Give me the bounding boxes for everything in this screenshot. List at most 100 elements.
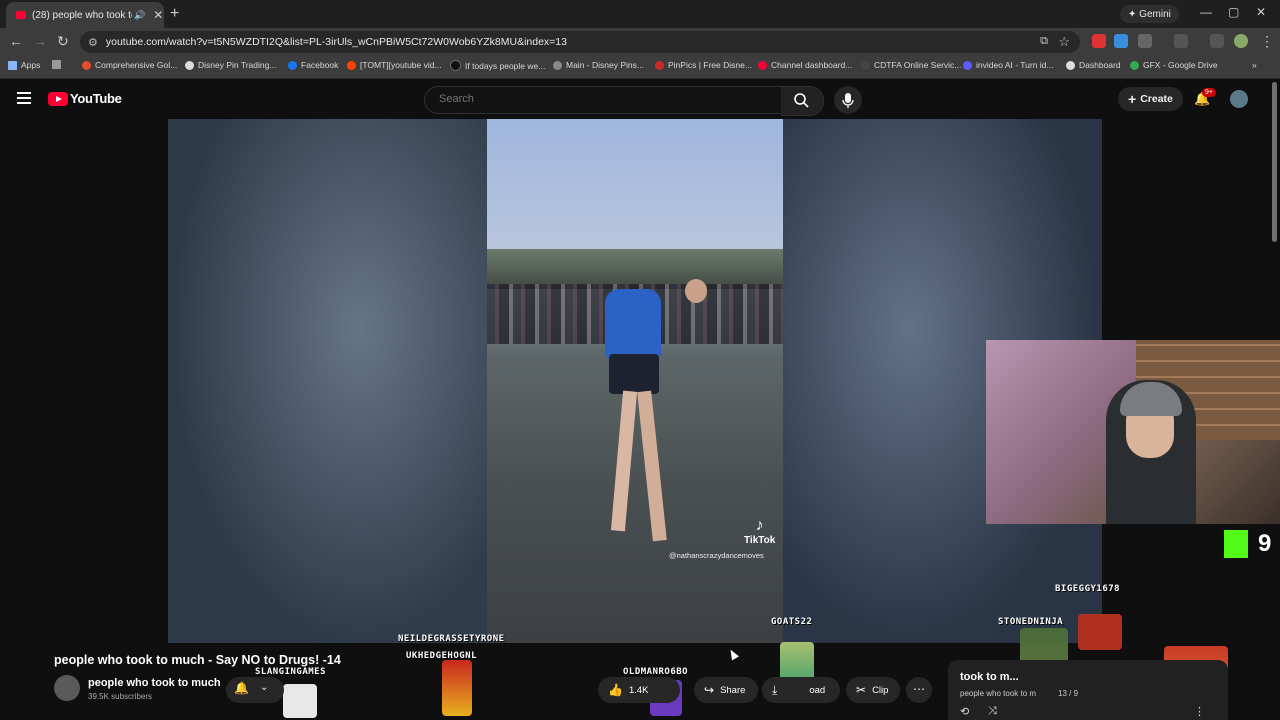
shuffle-icon[interactable]: ⤨ [988,705,997,718]
overlay-username: STONEDNINJA [998,617,1064,627]
profile-avatar-icon[interactable] [1234,34,1248,48]
channel-avatar[interactable] [54,675,80,701]
video-dancer-shorts [609,354,659,394]
youtube-logo-text[interactable]: YouTube [70,91,122,106]
reddit-icon [347,60,356,70]
share-button[interactable]: ↪ Share [694,677,758,703]
youtube-icon [758,60,767,70]
bookmark-item[interactable]: Comprehensive Gol... [82,60,177,70]
bookmark-favicon-icon [963,60,972,70]
close-window-button[interactable]: ✕ [1256,5,1266,19]
bookmark-item[interactable] [52,60,65,69]
voice-search-button[interactable] [834,86,862,114]
bookmark-favicon-icon [655,60,664,70]
extension-icon[interactable] [1114,34,1128,48]
back-button[interactable]: ← [9,33,23,49]
blurred-background-left [168,119,487,643]
video-frame[interactable]: ♪ TikTok @nathanscrazydancemoves [487,119,783,643]
bookmarks-bar: Apps Comprehensive Gol... Disney Pin Tra… [0,56,1280,79]
bookmarks-overflow-icon[interactable]: » [1252,60,1257,70]
new-tab-button[interactable]: + [170,5,179,23]
gemini-sparkle-icon: ✦ [1128,8,1140,20]
share-icon: ↪ [704,683,715,697]
playlist-more-icon[interactable]: ⋮ [1194,705,1205,718]
media-controls-icon[interactable] [1210,34,1224,48]
youtube-logo-icon[interactable] [48,92,68,106]
bookmark-item[interactable]: [TOMT][youtube vid... [347,60,442,70]
overlay-username: BIGEGGY1678 [1055,584,1121,594]
create-button[interactable]: + Create [1118,87,1183,111]
bookmark-item[interactable]: Disney Pin Trading... [185,60,276,70]
tiktok-icon: ♪ [755,517,764,534]
bookmark-item[interactable]: Main - Disney Pins... [553,60,644,70]
account-avatar[interactable] [1230,90,1248,108]
bookmark-item[interactable]: CDTFA Online Servic... [861,60,961,70]
create-label: Create [1140,93,1173,105]
bookmark-item[interactable]: Dashboard [1066,60,1121,70]
bookmark-item[interactable]: GFX - Google Drive [1130,60,1218,70]
plus-icon: + [1128,91,1137,107]
bookmark-label: Comprehensive Gol... [95,60,178,70]
extensions-puzzle-icon[interactable] [1138,34,1152,48]
tab-search-icon[interactable] [1174,34,1188,48]
site-info-icon[interactable]: ⚙ [88,36,98,49]
install-app-icon[interactable]: ⧉ [1040,35,1048,48]
url-text[interactable]: youtube.com/watch?v=t5N5WZDTI2Q&list=PL-… [106,36,567,48]
bookmark-label: [TOMT][youtube vid... [360,60,442,70]
loop-icon[interactable]: ⟲ [960,705,969,718]
grid-icon [52,60,61,69]
reload-button[interactable]: ↻ [57,33,69,50]
bookmark-label: Apps [21,60,41,70]
playlist-position: 13 / 9 [1058,689,1079,698]
page-scrollbar[interactable] [1272,82,1277,242]
close-tab-icon[interactable]: ✕ [153,8,163,22]
search-box [424,86,783,114]
bookmark-item[interactable]: If todays people we... [450,60,545,71]
video-dancer-head [685,279,707,303]
bookmark-item[interactable]: invideo AI - Turn id... [963,60,1053,70]
search-input[interactable] [437,92,761,106]
browser-tab[interactable]: (28) people who took to m 🔊 ✕ [6,2,164,28]
bookmark-star-icon[interactable]: ☆ [1058,34,1070,50]
scissors-icon: ✂ [856,683,867,697]
bookmark-item[interactable]: PinPics | Free Disne... [655,60,752,70]
bookmark-item[interactable]: Channel dashboard... [758,60,852,70]
address-bar[interactable]: ⚙ youtube.com/watch?v=t5N5WZDTI2Q&list=P… [80,31,1080,53]
more-actions-button[interactable]: ⋯ [906,677,932,703]
subscriber-count: 39.5K subscribers [88,692,153,701]
notification-badge: 9+ [1202,88,1216,97]
like-button[interactable]: 👍 1.4K [598,677,680,703]
playlist-title[interactable]: took to m... [960,671,1019,683]
channel-name[interactable]: people who took to much [88,677,221,689]
forward-button[interactable]: → [33,33,47,49]
minimize-button[interactable]: — [1200,5,1212,19]
bell-icon: 🔔 [234,681,249,695]
download-label: oad [809,684,826,696]
facebook-icon [288,60,297,70]
speaker-icon[interactable]: 🔊 [134,10,145,21]
browser-menu-icon[interactable]: ⋮ [1260,33,1274,50]
bookmark-favicon-icon [1066,60,1075,70]
bookmark-label: invideo AI - Turn id... [976,60,1054,70]
download-icon: ⤓ [772,682,778,697]
extension-icon[interactable] [1092,34,1106,48]
bookmark-item[interactable]: Apps [8,60,40,70]
chevron-down-icon: ⌄ [260,682,269,693]
bookmark-item[interactable]: Facebook [288,60,338,70]
bookmark-label: Channel dashboard... [771,60,853,70]
search-button[interactable] [781,86,824,116]
clip-button[interactable]: ✂ Clip [846,677,900,703]
download-button[interactable]: ⤓ oad [762,677,840,703]
bookmark-label: CDTFA Online Servic... [874,60,962,70]
bookmark-favicon-icon [553,60,562,70]
gemini-label: Gemini [1139,8,1171,20]
kick-logo-icon [1224,530,1248,558]
youtube-header: YouTube +Create 🔔 9+ [0,79,1280,119]
menu-icon[interactable] [17,92,31,94]
subscription-bell-button[interactable]: 🔔 ⌄ [226,677,284,703]
maximize-button[interactable]: ▢ [1228,5,1239,19]
microphone-icon [842,93,854,108]
apps-grid-icon [8,60,17,70]
gemini-button[interactable]: ✦ Gemini [1120,5,1179,23]
overlay-username: NEILDEGRASSETYRONE [398,634,505,644]
